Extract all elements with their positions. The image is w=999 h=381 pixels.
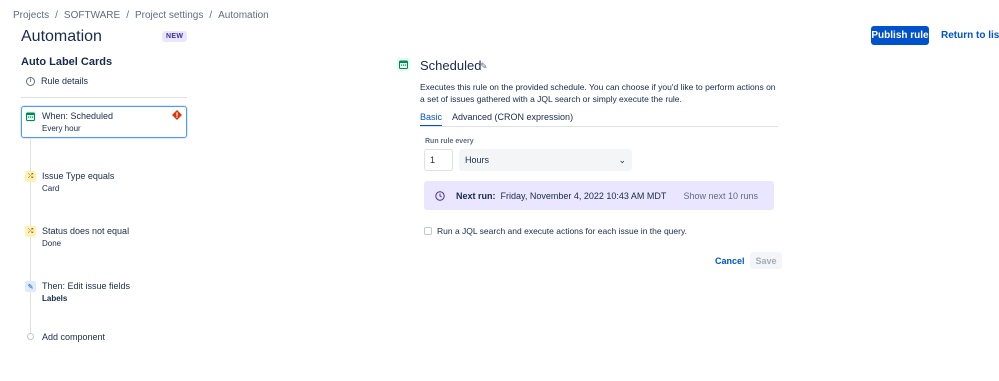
tab-bar: Basic Advanced (CRON expression) — [420, 112, 573, 127]
jql-search-label: Run a JQL search and execute actions for… — [437, 226, 687, 236]
pencil-icon: ✎ — [25, 281, 36, 292]
chevron-down-icon: ⌄ — [618, 154, 626, 165]
breadcrumb-project-settings[interactable]: Project settings — [135, 10, 203, 21]
rule-name: Auto Label Cards — [21, 56, 113, 68]
shuffle-icon: ⤮ — [25, 171, 36, 182]
publish-rule-button[interactable]: Publish rule — [871, 26, 929, 45]
show-next-runs-link[interactable]: Show next 10 runs — [683, 191, 758, 201]
next-run-banner: Next run: Friday, November 4, 2022 10:43… — [424, 181, 774, 210]
step-title: Status does not equal — [42, 226, 130, 236]
step-title: When: Scheduled — [42, 111, 114, 121]
clock-icon — [435, 190, 445, 201]
tab-basic[interactable]: Basic — [420, 112, 443, 127]
shuffle-icon: ⤮ — [25, 226, 36, 237]
panel-description: Executes this rule on the provided sched… — [420, 82, 776, 104]
run-every-label: Run rule every — [425, 138, 474, 145]
error-icon — [172, 110, 182, 120]
calendar-icon — [25, 111, 36, 122]
next-run-label: Next run: — [456, 190, 496, 201]
breadcrumb-software[interactable]: SOFTWARE — [64, 10, 120, 21]
rule-details-link[interactable]: i Rule details — [26, 76, 88, 86]
step-subtitle: Labels — [42, 294, 68, 303]
divider — [21, 97, 187, 98]
breadcrumb-projects[interactable]: Projects — [13, 10, 49, 21]
step-subtitle: Card — [42, 184, 60, 193]
jql-search-checkbox[interactable] — [424, 227, 432, 235]
breadcrumb-automation[interactable]: Automation — [218, 10, 269, 21]
add-component-dot — [27, 333, 34, 340]
step-subtitle: Every hour — [42, 124, 81, 133]
breadcrumb: Projects / SOFTWARE / Project settings /… — [13, 10, 269, 21]
breadcrumb-separator: / — [55, 10, 58, 21]
step-issue-type-equals[interactable]: ⤮ Issue Type equals Card — [21, 166, 187, 194]
calendar-icon — [397, 58, 410, 71]
breadcrumb-separator: / — [126, 10, 129, 21]
add-component-link[interactable]: Add component — [42, 332, 105, 342]
cancel-button[interactable]: Cancel — [713, 254, 747, 268]
info-icon: i — [26, 76, 35, 86]
step-subtitle: Done — [42, 239, 62, 248]
new-badge: NEW — [162, 31, 188, 42]
step-status-not-equal[interactable]: ⤮ Status does not equal Done — [21, 221, 187, 249]
step-title: Issue Type equals — [42, 171, 115, 181]
step-title: Then: Edit issue fields — [42, 281, 131, 291]
step-edit-issue-fields[interactable]: ✎ Then: Edit issue fields Labels — [21, 276, 187, 304]
next-run-value: Friday, November 4, 2022 10:43 AM MDT — [500, 190, 667, 201]
panel-title: Scheduled — [420, 58, 482, 73]
run-every-unit-select[interactable]: Hours ⌄ — [459, 149, 632, 171]
save-button[interactable]: Save — [750, 252, 782, 269]
step-when-scheduled[interactable]: When: Scheduled Every hour — [21, 106, 187, 138]
return-to-list-link[interactable]: Return to list — [941, 30, 999, 41]
run-every-unit-value: Hours — [465, 155, 490, 165]
breadcrumb-separator: / — [209, 10, 213, 21]
tabs-divider — [420, 126, 778, 127]
rule-details-label: Rule details — [41, 76, 89, 86]
tab-advanced-cron[interactable]: Advanced (CRON expression) — [452, 112, 573, 127]
edit-title-pencil-icon[interactable]: ✎ — [480, 61, 488, 72]
run-every-input[interactable]: 1 — [424, 149, 453, 171]
page-title: Automation — [21, 28, 102, 45]
